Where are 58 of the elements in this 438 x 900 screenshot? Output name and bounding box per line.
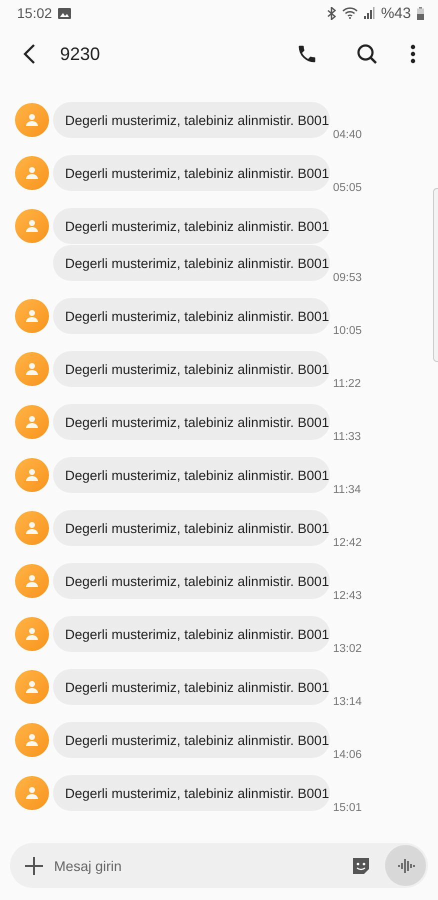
- message-bubble: Degerli musterimiz, talebiniz alinmistir. B001: [53, 775, 330, 811]
- message-bubble: Degerli musterimiz, talebiniz alinmistir. B001: [53, 155, 330, 191]
- voice-button[interactable]: [385, 845, 426, 886]
- message-input[interactable]: Mesaj girin: [54, 858, 337, 874]
- message-bubble: Degerli musterimiz, talebiniz alinmistir. B001: [53, 208, 330, 244]
- message-bubble: Degerli musterimiz, talebiniz alinmistir. B001: [53, 669, 330, 705]
- contact-avatar: [15, 209, 49, 243]
- plus-icon: [24, 856, 44, 876]
- message-time: 11:34: [333, 484, 361, 496]
- message-bubble: Degerli musterimiz, talebiniz alinmistir. B001: [53, 563, 330, 599]
- message-time: 11:33: [333, 431, 361, 443]
- contact-avatar: [15, 405, 49, 439]
- contact-avatar: [15, 776, 49, 810]
- message-time: 13:14: [333, 696, 362, 708]
- contact-avatar: [15, 564, 49, 598]
- contact-avatar: [15, 156, 49, 190]
- phone-icon: [296, 43, 318, 65]
- message-time: 15:01: [333, 802, 362, 814]
- image-icon: [58, 8, 72, 18]
- status-time: 15:02: [17, 5, 52, 21]
- message-bubble: Degerli musterimiz, talebiniz alinmistir. B001: [53, 102, 330, 138]
- message-bubble: Degerli musterimiz, talebiniz alinmistir. B001: [53, 298, 330, 334]
- sticker-icon: [351, 856, 371, 876]
- bluetooth-icon: [326, 6, 336, 20]
- message-time: 05:05: [333, 182, 362, 194]
- signal-icon: [364, 7, 375, 19]
- wifi-icon: [342, 7, 358, 19]
- contact-avatar: [15, 723, 49, 757]
- message-time: 14:06: [333, 749, 362, 761]
- contact-avatar: [15, 299, 49, 333]
- contact-title: 9230: [60, 44, 100, 64]
- message-time: 11:22: [333, 378, 361, 390]
- message-bubble: Degerli musterimiz, talebiniz alinmistir. B001: [53, 722, 330, 758]
- message-time: 10:05: [333, 325, 362, 337]
- battery-percent: %43: [380, 4, 411, 22]
- battery-icon: [417, 6, 424, 20]
- more-icon: [410, 44, 416, 64]
- message-bubble: Degerli musterimiz, talebiniz alinmistir. B001: [53, 404, 330, 440]
- message-time: 09:53: [333, 272, 362, 284]
- message-time: 12:42: [333, 537, 362, 549]
- message-bubble: Degerli musterimiz, talebiniz alinmistir. B001: [53, 351, 330, 387]
- contact-avatar: [15, 103, 49, 137]
- search-icon: [356, 43, 378, 65]
- contact-avatar: [15, 670, 49, 704]
- voice-icon: [396, 858, 414, 874]
- contact-avatar: [15, 352, 49, 386]
- contact-avatar: [15, 511, 49, 545]
- scroll-handle[interactable]: [433, 188, 438, 362]
- message-bubble: Degerli musterimiz, talebiniz alinmistir. B001: [53, 457, 330, 493]
- message-bubble: Degerli musterimiz, talebiniz alinmistir. B001: [53, 616, 330, 652]
- message-time: 13:02: [333, 643, 362, 655]
- contact-avatar: [15, 617, 49, 651]
- message-bubble: Degerli musterimiz, talebiniz alinmistir. B001: [53, 510, 330, 546]
- message-bubble: Degerli musterimiz, talebiniz alinmistir. B001: [53, 245, 330, 281]
- message-time: 04:40: [333, 129, 362, 141]
- contact-avatar: [15, 458, 49, 492]
- message-time: 12:43: [333, 590, 362, 602]
- attach-button[interactable]: [24, 856, 44, 876]
